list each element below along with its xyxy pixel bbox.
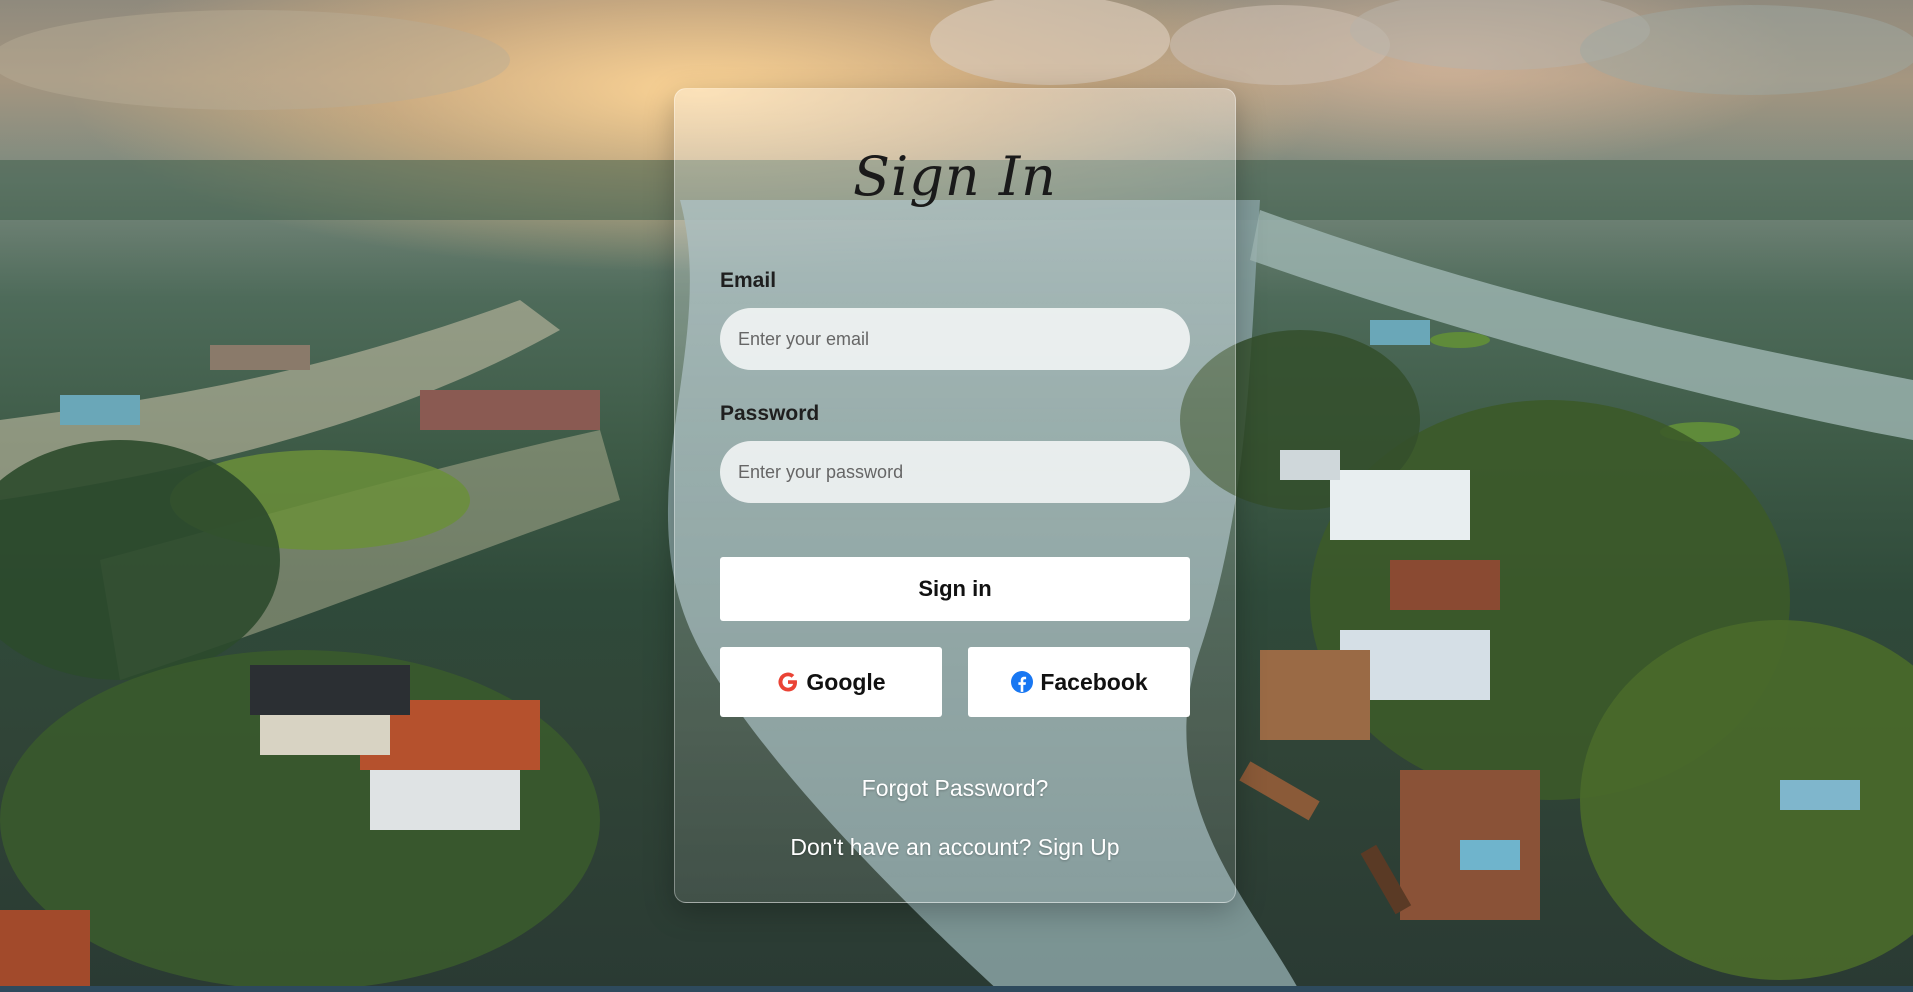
- signin-button[interactable]: Sign in: [720, 557, 1190, 621]
- facebook-signin-button[interactable]: Facebook: [968, 647, 1190, 717]
- password-field[interactable]: [720, 441, 1190, 503]
- bottom-border: [0, 986, 1913, 992]
- password-label: Password: [720, 402, 820, 425]
- no-account-text: Don't have an account?: [790, 834, 1032, 860]
- signin-card: Sign In Email Password Sign in Google Fa…: [674, 88, 1236, 903]
- facebook-icon: [1010, 670, 1034, 694]
- signup-link[interactable]: Sign Up: [1038, 834, 1120, 860]
- google-label: Google: [806, 668, 886, 695]
- google-g-icon: [776, 670, 800, 694]
- google-signin-button[interactable]: Google: [720, 647, 942, 717]
- forgot-password-container: Forgot Password?: [675, 775, 1235, 802]
- facebook-label: Facebook: [1040, 668, 1148, 695]
- page-title: Sign In: [853, 145, 1057, 208]
- email-field[interactable]: [720, 308, 1190, 370]
- email-label: Email: [720, 269, 777, 292]
- forgot-password-link[interactable]: Forgot Password?: [862, 775, 1049, 801]
- signup-prompt: Don't have an account? Sign Up: [675, 834, 1235, 861]
